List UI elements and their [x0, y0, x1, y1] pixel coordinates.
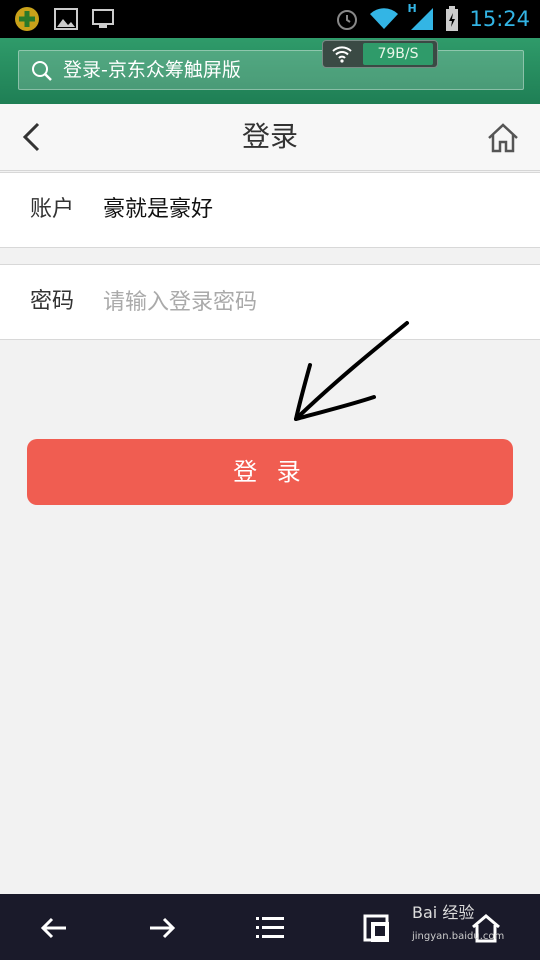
account-label: 账户	[30, 197, 75, 222]
wifi-icon	[369, 7, 399, 31]
page-header: 登录	[0, 104, 540, 171]
menu-icon[interactable]	[254, 912, 286, 944]
search-icon	[31, 60, 53, 86]
url-box[interactable]: 登录-京东众筹触屏版	[18, 50, 524, 90]
watermark-brand: Bai 经验	[412, 903, 475, 922]
password-row: 密码	[0, 264, 540, 340]
wifi-icon	[331, 45, 353, 67]
watermark: Bai 经验 jingyan.baidu.com	[412, 904, 504, 946]
home-button[interactable]	[486, 121, 520, 155]
account-row: 账户 豪就是豪好	[0, 172, 540, 248]
monitor-icon	[92, 9, 114, 29]
alarm-icon	[335, 7, 359, 31]
network-type-label: H	[407, 2, 417, 15]
tabs-icon[interactable]	[362, 912, 394, 944]
account-value[interactable]: 豪就是豪好	[103, 194, 213, 226]
network-speed-indicator: 79B/S	[322, 40, 438, 68]
speed-value: 79B/S	[363, 43, 433, 65]
status-bar: H 15:24	[0, 0, 540, 38]
battery-icon	[445, 6, 459, 32]
url-text[interactable]: 登录-京东众筹触屏版	[63, 57, 241, 83]
clock: 15:24	[469, 7, 530, 31]
signal-icon: H	[407, 2, 435, 32]
bottom-nav: Bai 经验 jingyan.baidu.com	[0, 894, 540, 960]
app-icon	[14, 6, 40, 32]
watermark-url: jingyan.baidu.com	[412, 931, 505, 942]
forward-icon[interactable]	[146, 912, 178, 944]
image-icon	[54, 8, 78, 30]
page-title: 登录	[241, 120, 298, 153]
back-icon[interactable]	[38, 912, 70, 944]
password-label: 密码	[30, 289, 75, 314]
browser-address-bar: 登录-京东众筹触屏版 79B/S	[0, 38, 540, 104]
login-button[interactable]: 登 录	[27, 439, 513, 505]
annotation-arrow-icon	[294, 321, 409, 421]
